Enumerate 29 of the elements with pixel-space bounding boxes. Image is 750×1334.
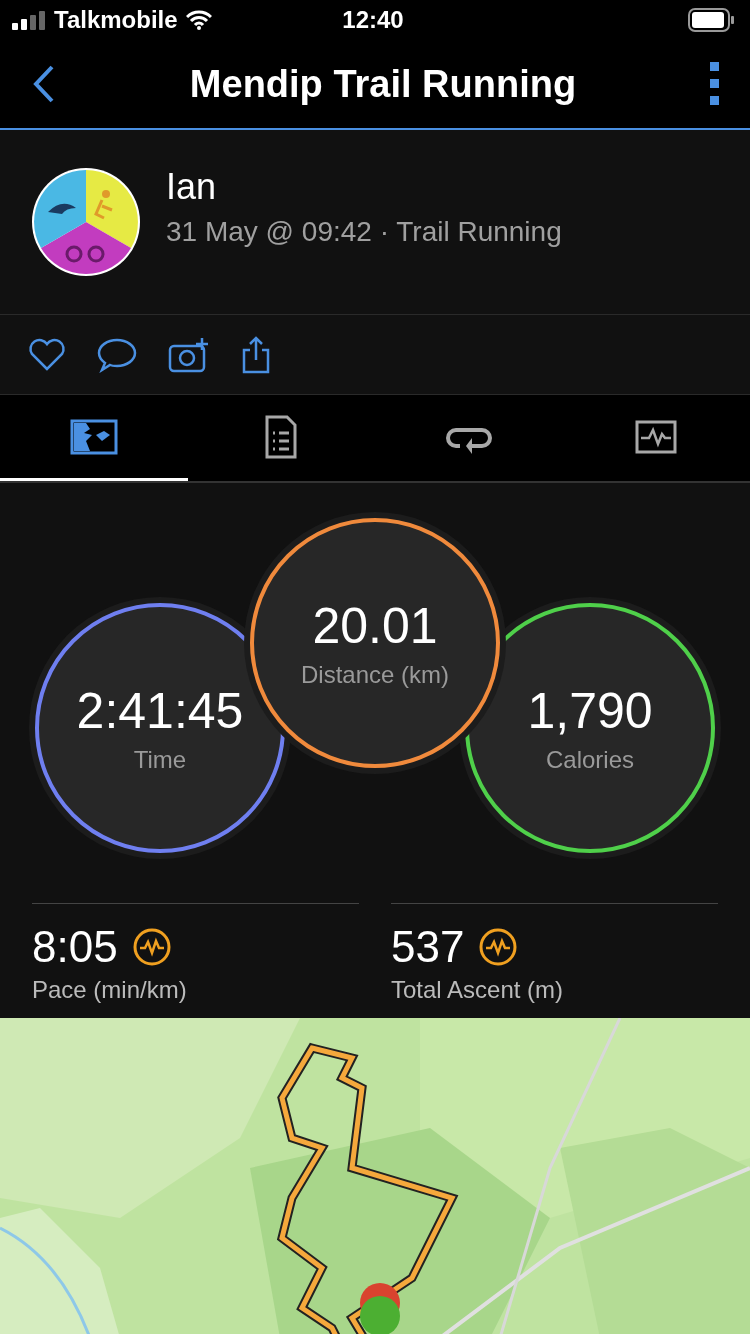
activity-subtitle: 31 May @ 09:42 · Trail Running <box>166 216 563 248</box>
stat-label: Calories <box>546 746 634 774</box>
chart-icon <box>635 419 678 454</box>
stat-value: 20.01 <box>312 597 438 655</box>
athlete-name: Ian <box>166 166 218 208</box>
stat-value: 1,790 <box>527 682 653 740</box>
add-photo-button[interactable] <box>168 335 210 374</box>
pulse-icon <box>131 927 172 967</box>
wifi-icon <box>185 10 212 30</box>
pulse-icon <box>478 927 519 967</box>
stat-value: 2:41:45 <box>76 682 244 740</box>
avatar-icon <box>30 166 142 278</box>
map-icon <box>69 418 118 455</box>
page-title: Mendip Trail Running <box>189 62 577 106</box>
metric-value: 8:05 <box>32 922 118 972</box>
document-icon <box>265 414 298 459</box>
like-button[interactable] <box>28 337 66 372</box>
metric-label: Pace (min/km) <box>32 976 188 1004</box>
metric-label: Total Ascent (m) <box>391 976 565 1004</box>
metric-value: 537 <box>391 922 465 972</box>
comment-button[interactable] <box>96 336 138 373</box>
more-menu-button[interactable] <box>708 62 720 106</box>
stat-label: Distance (km) <box>301 661 449 689</box>
carrier-name: Talkmobile <box>54 6 178 34</box>
stat-label: Time <box>133 746 187 774</box>
clock-time: 12:40 <box>342 6 404 34</box>
share-button[interactable] <box>240 335 272 374</box>
signal-icon <box>12 10 46 30</box>
battery-icon <box>688 8 734 32</box>
